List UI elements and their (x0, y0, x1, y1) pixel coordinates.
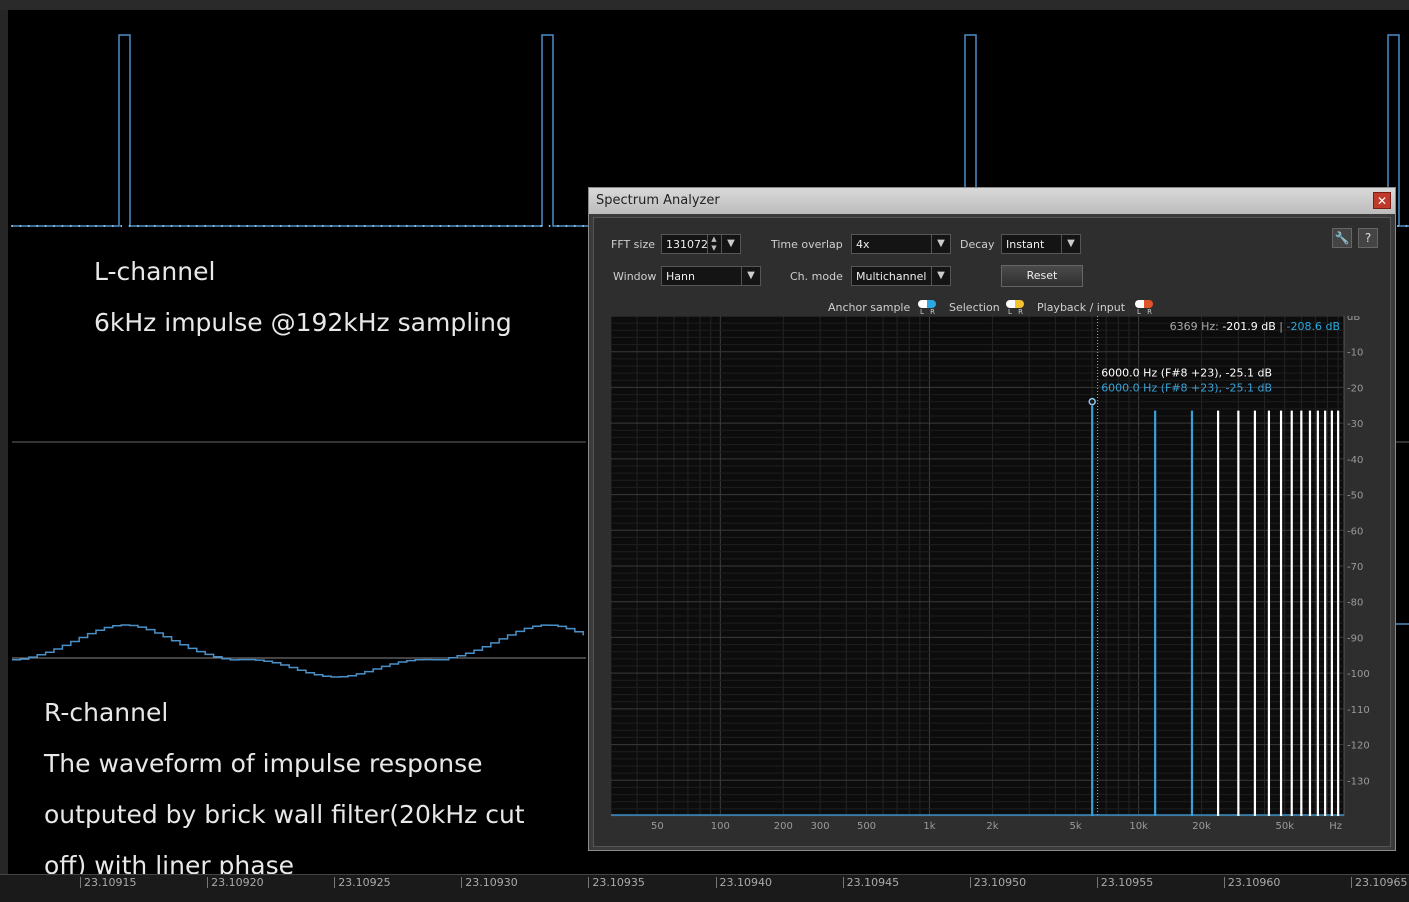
decay-value: Instant (1006, 238, 1045, 251)
time-overlap-label: Time overlap (771, 238, 843, 251)
window-select[interactable]: Hann ▼ (661, 266, 761, 286)
ch-mode-label: Ch. mode (790, 270, 843, 283)
time-ruler-label: 23.10930 (461, 877, 518, 888)
y-tick-label: -10 (1347, 348, 1363, 359)
y-tick-label: -130 (1347, 776, 1370, 787)
fft-size-stepper-icon[interactable]: ▲ ▼ (707, 235, 720, 253)
y-tick-label: -90 (1347, 633, 1363, 644)
spectrum-analyzer-window: Spectrum Analyzer ✕ FFT size 131072 ▲ ▼ ▼… (588, 187, 1396, 851)
y-tick-label: -70 (1347, 562, 1363, 573)
x-tick-label: 200 (774, 821, 793, 830)
x-tick-label: 5k (1070, 821, 1082, 830)
readout-left_db: -201.9 dB (1219, 320, 1276, 333)
decay-select[interactable]: Instant ▼ (1001, 234, 1081, 254)
x-tick-label: 20k (1192, 821, 1211, 830)
time-overlap-value: 4x (856, 238, 870, 251)
marker-label-right: 6000.0 Hz (F#8 +23), -25.1 dB (1101, 382, 1272, 395)
y-tick-label: -110 (1347, 705, 1370, 716)
y-tick-label: -40 (1347, 455, 1363, 466)
spectrum-analyzer-titlebar[interactable]: Spectrum Analyzer ✕ (589, 188, 1395, 214)
window-label: Window (613, 270, 657, 283)
ch-mode-select[interactable]: Multichannel ▼ (851, 266, 951, 286)
anchor-sample-label: Anchor sample (828, 301, 911, 314)
time-ruler-label: 23.10945 (842, 877, 899, 888)
playback-input-label: Playback / input (1037, 301, 1126, 314)
y-tick-label: -120 (1347, 741, 1370, 752)
time-overlap-select[interactable]: 4x ▼ (851, 234, 951, 254)
l-channel-title: L-channel (94, 257, 216, 286)
l-channel-description: 6kHz impulse @192kHz sampling (94, 308, 512, 337)
readout-freq: 6369 Hz: (1170, 320, 1219, 333)
chevron-down-icon[interactable]: ▼ (721, 235, 740, 253)
x-tick-label: 50 (651, 821, 664, 830)
time-ruler-label: 23.10960 (1223, 877, 1280, 888)
x-tick-label: 2k (986, 821, 998, 830)
cursor-readout: 6369 Hz: -201.9 dB | -208.6 dB (1170, 320, 1340, 333)
ch-mode-value: Multichannel (856, 270, 927, 283)
fft-size-label: FFT size (611, 238, 656, 251)
chevron-down-icon[interactable]: ▼ (741, 267, 760, 285)
anchor-lr-label: L R (920, 308, 937, 316)
r-channel-description-line2: outputed by brick wall filter(20kHz cut (44, 800, 525, 829)
y-tick-label: -100 (1347, 669, 1370, 680)
time-ruler-label: 23.10920 (207, 877, 264, 888)
playback-lr-label: L R (1137, 308, 1154, 316)
time-ruler-label: 23.10935 (588, 877, 645, 888)
selection-label: Selection (949, 301, 1000, 314)
x-tick-label: 100 (711, 821, 730, 830)
window-value: Hann (666, 270, 695, 283)
anchor-swatch[interactable] (918, 300, 936, 308)
y-tick-label: -80 (1347, 598, 1363, 609)
readout-right_db: -208.6 dB (1283, 320, 1340, 333)
selection-lr-label: L R (1008, 308, 1025, 316)
time-ruler-label: 23.10915 (80, 877, 137, 888)
chevron-down-icon[interactable]: ▼ (931, 235, 950, 253)
time-ruler-label: 23.10955 (1096, 877, 1153, 888)
x-unit-label: Hz (1329, 821, 1342, 830)
spectrum-analyzer-body: FFT size 131072 ▲ ▼ ▼ Time overlap 4x ▼ D… (593, 217, 1391, 847)
marker-label-left: 6000.0 Hz (F#8 +23), -25.1 dB (1101, 367, 1272, 380)
r-channel-waveform (12, 624, 584, 678)
window-title: Spectrum Analyzer (596, 193, 720, 208)
help-button[interactable]: ? (1358, 228, 1378, 248)
fft-size-select[interactable]: 131072 ▲ ▼ ▼ (661, 234, 741, 254)
reset-button[interactable]: Reset (1001, 265, 1083, 287)
decay-label: Decay (960, 238, 995, 251)
fft-size-value: 131072 (666, 238, 708, 251)
y-tick-label: -30 (1347, 419, 1363, 430)
y-tick-label: -60 (1347, 526, 1363, 537)
x-tick-label: 1k (923, 821, 935, 830)
time-ruler-label: 23.10940 (715, 877, 772, 888)
chevron-down-icon[interactable]: ▼ (931, 267, 950, 285)
time-ruler-label: 23.10950 (969, 877, 1026, 888)
r-channel-title: R-channel (44, 698, 169, 727)
readout-sep: | (1276, 320, 1283, 333)
close-icon[interactable]: ✕ (1373, 192, 1391, 209)
chevron-down-icon[interactable]: ▼ (1061, 235, 1080, 253)
playback-swatch[interactable] (1135, 300, 1153, 308)
x-tick-label: 10k (1129, 821, 1148, 830)
x-tick-label: 500 (857, 821, 876, 830)
y-tick-label: -50 (1347, 491, 1363, 502)
selection-swatch[interactable] (1006, 300, 1024, 308)
r-channel-description-line1: The waveform of impulse response (44, 749, 483, 778)
y-tick-label: -20 (1347, 383, 1363, 394)
x-tick-label: 300 (811, 821, 830, 830)
wrench-icon[interactable]: 🔧 (1332, 228, 1352, 248)
time-ruler-label: 23.10925 (334, 877, 391, 888)
spectrum-plot[interactable]: dB -10 -20 -30 -40 -50 -60 -70 -80 -90 -100 -110 -12… (611, 316, 1381, 830)
time-ruler-label: 23.10965 (1351, 877, 1408, 888)
x-tick-label: 50k (1275, 821, 1294, 830)
time-ruler[interactable]: 23.10915 23.10920 23.10925 23.10930 23.10935… (0, 874, 1409, 902)
y-tick-label: dB (1347, 316, 1360, 323)
